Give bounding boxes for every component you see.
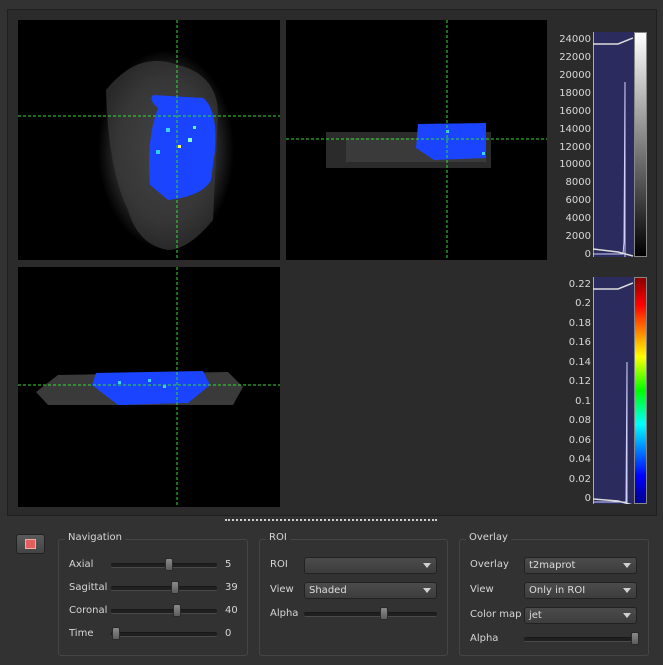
image-viewer: 24000 22000 20000 18000 16000 14000 12000 10000… [7,9,657,516]
splitter-handle[interactable] [225,519,437,521]
slider-handle[interactable] [172,604,181,617]
slider-handle[interactable] [379,607,388,620]
roi-title: ROI [266,532,290,543]
jet-colorbar [634,277,647,504]
intensity-histogram[interactable]: 24000 22000 20000 18000 16000 14000 12000 10000… [548,20,653,260]
overlay-alpha-slider[interactable] [524,632,639,645]
navigation-title: Navigation [65,532,125,543]
overlay-title: Overlay [466,532,511,543]
overlay-view-label: View [470,584,494,595]
axis-tick-label: 0.02 [568,473,591,485]
roi-alpha-slider[interactable] [304,607,437,620]
colormap-select[interactable]: jet [524,607,637,624]
axis-tick-label: 0.08 [568,415,591,427]
axis-tick-label: 22000 [559,51,591,63]
axis-tick-label: 20000 [559,69,591,81]
slider-time[interactable] [111,627,217,640]
navigation-group: Navigation Axial 5 Sagittal 39 Coronal 40 Time… [58,532,248,656]
slider-handle[interactable] [165,558,174,571]
axis-tick-label: 0.16 [568,337,591,349]
chevron-down-icon [423,588,431,593]
axis-tick-label: 0 [584,249,591,260]
axis-tick-label: 6000 [565,195,591,207]
empty-view [286,267,547,507]
roi-draw-icon [25,539,36,549]
overlay-view-value: Only in ROI [529,585,586,596]
axis-tick-label: 0.04 [568,454,591,466]
overlay-group: Overlay Overlay t2maprot View Only in RO… [459,532,649,656]
axis-tick-label: 0.18 [568,317,591,329]
chevron-down-icon [623,588,631,593]
slider-label: Axial [69,559,94,570]
axis-tick-label: 0.06 [568,434,591,446]
slider-handle[interactable] [112,627,121,640]
overlay-view-select[interactable]: Only in ROI [524,582,637,599]
coronal-view[interactable] [286,20,547,260]
axis-tick-label: 14000 [559,123,591,135]
slider-axial[interactable] [111,558,217,571]
axis-tick-label: 0.2 [575,298,591,310]
sagittal-view[interactable] [18,267,280,507]
axis-tick-label: 0.12 [568,376,591,388]
roi-group: ROI ROI View Shaded Alpha [259,532,448,656]
roi-draw-button[interactable] [16,534,45,554]
roi-view-label: View [270,584,294,595]
slider-coronal[interactable] [111,604,217,617]
roi-view-select[interactable]: Shaded [304,582,437,599]
overlay-histogram[interactable]: 0.22 0.2 0.18 0.16 0.14 0.12 0.1 0.08 0.06 0.04 0.… [548,267,653,507]
axis-tick-label: 0.14 [568,356,591,368]
axis-tick-label: 12000 [559,141,591,153]
axis-tick-label: 0.1 [575,395,591,407]
slider-value: 39 [225,582,238,593]
grayscale-colorbar [634,32,647,257]
axis-tick-label: 8000 [565,177,591,189]
slider-value: 5 [225,559,232,570]
chevron-down-icon [623,613,631,618]
slider-value: 0 [225,628,232,639]
slider-label: Sagittal [69,582,108,593]
roi-view-value: Shaded [309,585,347,596]
axis-tick-label: 10000 [559,159,591,171]
slider-sagittal[interactable] [111,581,217,594]
axis-tick-label: 0 [584,493,591,504]
axis-tick-label: 0.22 [568,279,591,290]
axial-view[interactable] [18,20,280,260]
chevron-down-icon [423,563,431,568]
chevron-down-icon [623,563,631,568]
colormap-value: jet [529,610,542,621]
overlay-alpha-label: Alpha [470,633,499,644]
axis-tick-label: 18000 [559,87,591,99]
axis-tick-label: 4000 [565,213,591,225]
roi-alpha-label: Alpha [270,608,299,619]
roi-select[interactable] [304,557,437,574]
overlay-roi [416,123,486,160]
roi-label: ROI [270,559,288,570]
axis-tick-label: 24000 [559,34,591,45]
overlay-select[interactable]: t2maprot [524,557,637,574]
axis-tick-label: 16000 [559,105,591,117]
slider-value: 40 [225,605,238,616]
slider-label: Coronal [69,605,108,616]
overlay-select-value: t2maprot [529,560,576,571]
overlay-roi [149,95,216,200]
slider-handle[interactable] [170,581,179,594]
slider-label: Time [69,628,94,639]
colormap-label: Color map [470,609,522,620]
axis-tick-label: 2000 [565,231,591,243]
slider-handle[interactable] [630,632,639,645]
overlay-label: Overlay [470,559,509,570]
